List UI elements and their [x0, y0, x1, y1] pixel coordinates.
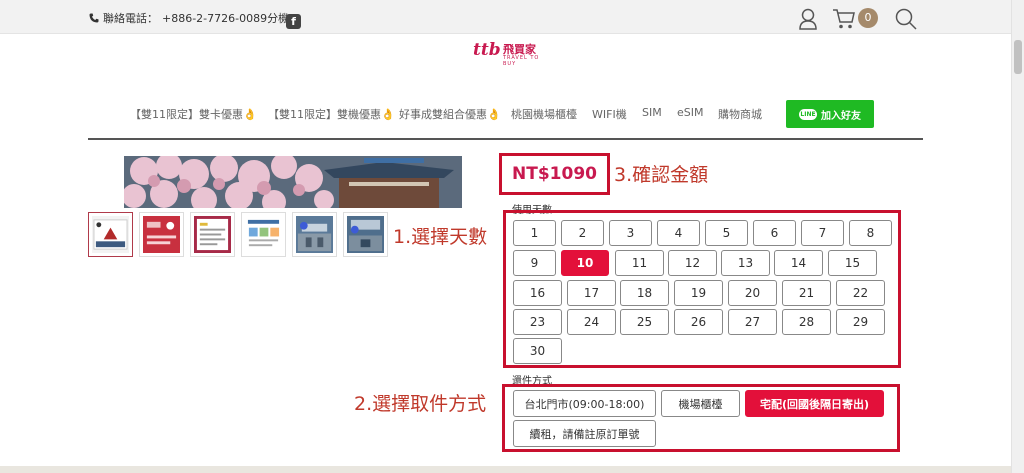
- day-option-2[interactable]: 2: [561, 220, 604, 246]
- nav-item-dual-device[interactable]: 【雙11限定】雙機優惠👌: [268, 106, 395, 122]
- pickup-option-airport-counter[interactable]: 機場櫃檯: [661, 390, 740, 417]
- main-nav: 【雙11限定】雙卡優惠👌 【雙11限定】雙機優惠👌 好事成雙組合優惠👌 桃園機場…: [88, 100, 923, 140]
- day-option-7[interactable]: 7: [801, 220, 844, 246]
- page-scrollbar[interactable]: [1011, 0, 1024, 473]
- day-option-25[interactable]: 25: [620, 309, 669, 335]
- logo-subtitle: TRAVEL TO BUY: [503, 55, 540, 67]
- pickup-option-home-delivery[interactable]: 宅配(回國後隔日寄出): [745, 390, 884, 417]
- day-option-26[interactable]: 26: [674, 309, 723, 335]
- thumbnail-sim-japan-image: [92, 216, 129, 253]
- product-main-image: [124, 156, 462, 208]
- day-option-11[interactable]: 11: [615, 250, 664, 276]
- day-option-30[interactable]: 30: [513, 338, 562, 364]
- annotation-step3: 3.確認金額: [614, 164, 709, 186]
- user-icon[interactable]: [798, 8, 818, 30]
- line-add-friend-button[interactable]: LINE 加入好友: [786, 100, 874, 128]
- nav-item-airport-counter[interactable]: 桃園機場櫃檯: [511, 106, 577, 122]
- phone-number: +886-2-7726-0089分機9: [162, 12, 297, 25]
- site-logo[interactable]: ttb 飛買家 TRAVEL TO BUY: [473, 40, 553, 67]
- logo-mark: ttb: [473, 40, 501, 60]
- thumbnail-steps-image: [245, 216, 282, 253]
- day-option-13[interactable]: 13: [721, 250, 770, 276]
- day-option-28[interactable]: 28: [782, 309, 831, 335]
- day-option-9[interactable]: 9: [513, 250, 556, 276]
- thumbnail-airport-image: [296, 216, 333, 253]
- annotation-step2: 2.選擇取件方式: [354, 393, 487, 415]
- day-option-21[interactable]: 21: [782, 280, 831, 306]
- thumbnail-6[interactable]: [343, 212, 388, 257]
- day-option-20[interactable]: 20: [728, 280, 777, 306]
- thumbnail-3[interactable]: [190, 212, 235, 257]
- phone-icon: [89, 13, 99, 23]
- pickup-option-renewal[interactable]: 續租，請備註原訂單號: [513, 420, 656, 447]
- day-option-22[interactable]: 22: [836, 280, 885, 306]
- top-bar: 聯絡電話： +886-2-7726-0089分機9 f 0: [0, 0, 1011, 34]
- nav-item-esim[interactable]: eSIM: [677, 106, 704, 119]
- day-option-15[interactable]: 15: [828, 250, 877, 276]
- day-option-6[interactable]: 6: [753, 220, 796, 246]
- nav-item-combo[interactable]: 好事成雙組合優惠👌: [399, 106, 501, 122]
- day-option-14[interactable]: 14: [774, 250, 823, 276]
- day-option-5[interactable]: 5: [705, 220, 748, 246]
- thumbnail-5[interactable]: [292, 212, 337, 257]
- cart-icon[interactable]: [832, 8, 856, 30]
- day-option-10[interactable]: 10: [561, 250, 609, 276]
- thumbnail-2[interactable]: [139, 212, 184, 257]
- bottom-strip: [0, 466, 1011, 473]
- day-option-12[interactable]: 12: [668, 250, 717, 276]
- day-option-27[interactable]: 27: [728, 309, 777, 335]
- day-option-1[interactable]: 1: [513, 220, 556, 246]
- search-icon[interactable]: [895, 8, 917, 30]
- annotation-step1: 1.選擇天數: [393, 226, 488, 248]
- day-option-24[interactable]: 24: [567, 309, 616, 335]
- scrollbar-thumb[interactable]: [1014, 40, 1022, 74]
- nav-item-sim[interactable]: SIM: [642, 106, 662, 119]
- day-option-16[interactable]: 16: [513, 280, 562, 306]
- day-option-17[interactable]: 17: [567, 280, 616, 306]
- line-button-label: 加入好友: [821, 110, 861, 122]
- price-display: NT$1090: [499, 153, 610, 195]
- thumbnail-counter-image: [347, 216, 384, 253]
- day-option-4[interactable]: 4: [657, 220, 700, 246]
- cherry-blossom-photo: [124, 156, 462, 208]
- nav-item-dual-card[interactable]: 【雙11限定】雙卡優惠👌: [130, 106, 257, 122]
- day-option-8[interactable]: 8: [849, 220, 892, 246]
- day-option-19[interactable]: 19: [674, 280, 723, 306]
- nav-item-shop[interactable]: 購物商城: [718, 106, 762, 122]
- thumbnail-4[interactable]: [241, 212, 286, 257]
- phone-label: 聯絡電話：: [103, 12, 158, 25]
- cart-count-badge: 0: [858, 8, 878, 28]
- facebook-icon[interactable]: f: [286, 14, 301, 29]
- thumbnail-1[interactable]: [88, 212, 133, 257]
- thumbnail-info-sheet-image: [194, 216, 231, 253]
- day-option-23[interactable]: 23: [513, 309, 562, 335]
- nav-item-wifi[interactable]: WIFI機: [592, 106, 627, 122]
- line-icon: LINE: [799, 108, 817, 120]
- thumbnail-red-card-image: [143, 216, 180, 253]
- pickup-option-taipei-store[interactable]: 台北門市(09:00-18:00): [513, 390, 656, 417]
- day-option-18[interactable]: 18: [620, 280, 669, 306]
- day-option-3[interactable]: 3: [609, 220, 652, 246]
- day-option-29[interactable]: 29: [836, 309, 885, 335]
- price-value: NT$1090: [512, 164, 597, 184]
- contact-phone: 聯絡電話： +886-2-7726-0089分機9: [89, 10, 296, 26]
